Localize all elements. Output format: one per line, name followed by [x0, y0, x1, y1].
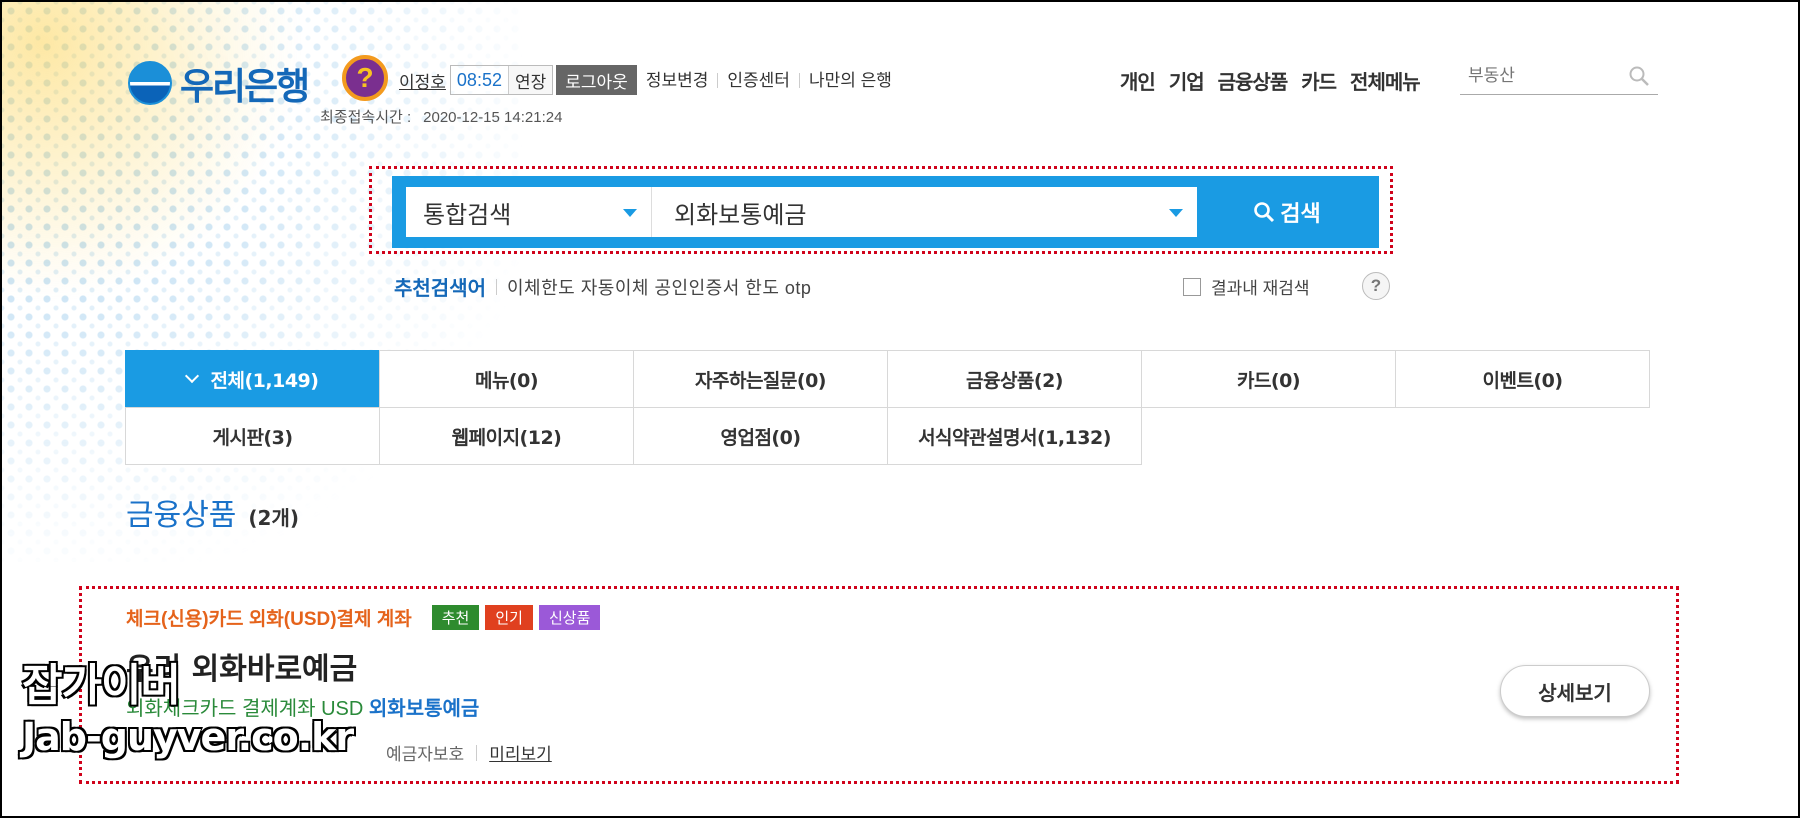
search-query-box — [651, 187, 1197, 237]
divider — [496, 278, 497, 295]
watermark: 잡가이버 Jab-guyver.co.kr — [21, 659, 355, 762]
detail-button[interactable]: 상세보기 — [1500, 665, 1650, 717]
nav-products[interactable]: 금융상품 — [1218, 66, 1289, 95]
nav-all-menu[interactable]: 전체메뉴 — [1350, 66, 1421, 95]
last-login-value: 2020-12-15 14:21:24 — [423, 109, 563, 126]
tab-products[interactable]: 금융상품(2) — [887, 350, 1142, 408]
main-search-bar: 통합검색 검색 — [392, 176, 1379, 248]
tab-board[interactable]: 게시판(3) — [125, 407, 380, 465]
refine-search[interactable]: 결과내 재검색 — [1183, 274, 1310, 299]
badge-recommended: 추천 — [431, 605, 480, 630]
my-bank-link[interactable]: 나만의 은행 — [798, 72, 901, 89]
section-title: 금융상품 (2개) — [126, 490, 299, 534]
search-button[interactable]: 검색 — [1207, 187, 1367, 237]
tab-event[interactable]: 이벤트(0) — [1395, 350, 1650, 408]
tab-branch[interactable]: 영업점(0) — [633, 407, 888, 465]
recommended-keywords: 추천검색어 이체한도 자동이체 공인인증서 한도 otp — [394, 272, 811, 301]
logout-button[interactable]: 로그아웃 — [556, 65, 637, 95]
tab-card[interactable]: 카드(0) — [1141, 350, 1396, 408]
session-timer-box: 08:52 연장 — [449, 65, 554, 95]
search-icon[interactable] — [1628, 65, 1650, 87]
nav-personal[interactable]: 개인 — [1120, 66, 1156, 95]
watermark-line1: 잡가이버 — [21, 659, 182, 712]
recommended-title: 추천검색어 — [394, 278, 486, 300]
header-search-input[interactable] — [1460, 59, 1620, 93]
session-timer: 08:52 — [450, 69, 508, 91]
nav-card[interactable]: 카드 — [1301, 66, 1337, 95]
result-category-row: 체크(신용)카드 외화(USD)결제 계좌 추천 인기 신상품 — [126, 604, 606, 631]
last-login-label: 최종접속시간 : — [320, 109, 412, 126]
search-button-label: 검색 — [1280, 202, 1321, 227]
watermark-line2: Jab-guyver.co.kr — [21, 714, 355, 760]
tab-forms[interactable]: 서식약관설명서(1,132) — [887, 407, 1142, 465]
divider — [476, 744, 478, 761]
user-name[interactable]: 이정호 — [399, 68, 446, 93]
cert-center-link[interactable]: 인증센터 — [717, 72, 799, 89]
nav-corporate[interactable]: 기업 — [1169, 66, 1205, 95]
tab-row: 전체(1,149) 메뉴(0) 자주하는질문(0) 금융상품(2) 카드(0) … — [125, 350, 1658, 408]
bank-logo-icon — [128, 61, 172, 105]
last-login: 최종접속시간 : 2020-12-15 14:21:24 — [320, 106, 574, 127]
bank-name: 우리은행 — [180, 65, 310, 108]
chevron-down-icon — [623, 209, 637, 217]
search-input[interactable] — [652, 190, 1132, 234]
help-icon[interactable]: ? — [342, 55, 388, 101]
bank-logo[interactable]: 우리은행 — [128, 56, 310, 110]
tab-all[interactable]: 전체(1,149) — [125, 350, 380, 408]
tab-label: 전체(1,149) — [210, 369, 319, 392]
search-scope-select[interactable]: 통합검색 — [406, 187, 651, 237]
section-name: 금융상품 — [126, 498, 237, 533]
chevron-down-icon — [184, 368, 199, 384]
section-count: (2개) — [248, 506, 300, 530]
global-nav: 개인 기업 금융상품 카드 전체메뉴 — [1120, 66, 1421, 95]
tab-webpage[interactable]: 웹페이지(12) — [379, 407, 634, 465]
tab-menu[interactable]: 메뉴(0) — [379, 350, 634, 408]
refine-search-label: 결과내 재검색 — [1211, 279, 1310, 298]
preview-link[interactable]: 미리보기 — [489, 740, 552, 765]
recommended-terms[interactable]: 이체한도 자동이체 공인인증서 한도 otp — [507, 274, 811, 300]
help-icon[interactable]: ? — [1362, 272, 1390, 300]
extend-session-button[interactable]: 연장 — [507, 66, 553, 94]
deposit-protection: 예금자보호 — [386, 745, 465, 764]
refine-search-checkbox[interactable] — [1183, 277, 1201, 296]
badge-new: 신상품 — [538, 605, 601, 630]
profile-edit-link[interactable]: 정보변경 — [637, 72, 718, 89]
result-category: 체크(신용)카드 외화(USD)결제 계좌 — [126, 609, 412, 630]
result-desc-highlight: 외화보통예금 — [368, 698, 480, 720]
badge-popular: 인기 — [485, 605, 533, 630]
header-search — [1460, 59, 1658, 95]
user-bar: 이정호 08:52 연장 로그아웃 정보변경 인증센터 나만의 은행 — [399, 65, 901, 95]
tab-faq[interactable]: 자주하는질문(0) — [633, 350, 888, 408]
tab-row: 게시판(3) 웹페이지(12) 영업점(0) 서식약관설명서(1,132) — [125, 407, 1658, 465]
search-scope-value: 통합검색 — [423, 200, 512, 229]
browser-frame: 우리은행 ? 이정호 08:52 연장 로그아웃 정보변경 인증센터 나만의 은… — [0, 0, 1800, 818]
chevron-down-icon[interactable] — [1169, 209, 1183, 217]
search-icon — [1254, 202, 1275, 223]
category-tabs: 전체(1,149) 메뉴(0) 자주하는질문(0) 금융상품(2) 카드(0) … — [125, 350, 1658, 465]
